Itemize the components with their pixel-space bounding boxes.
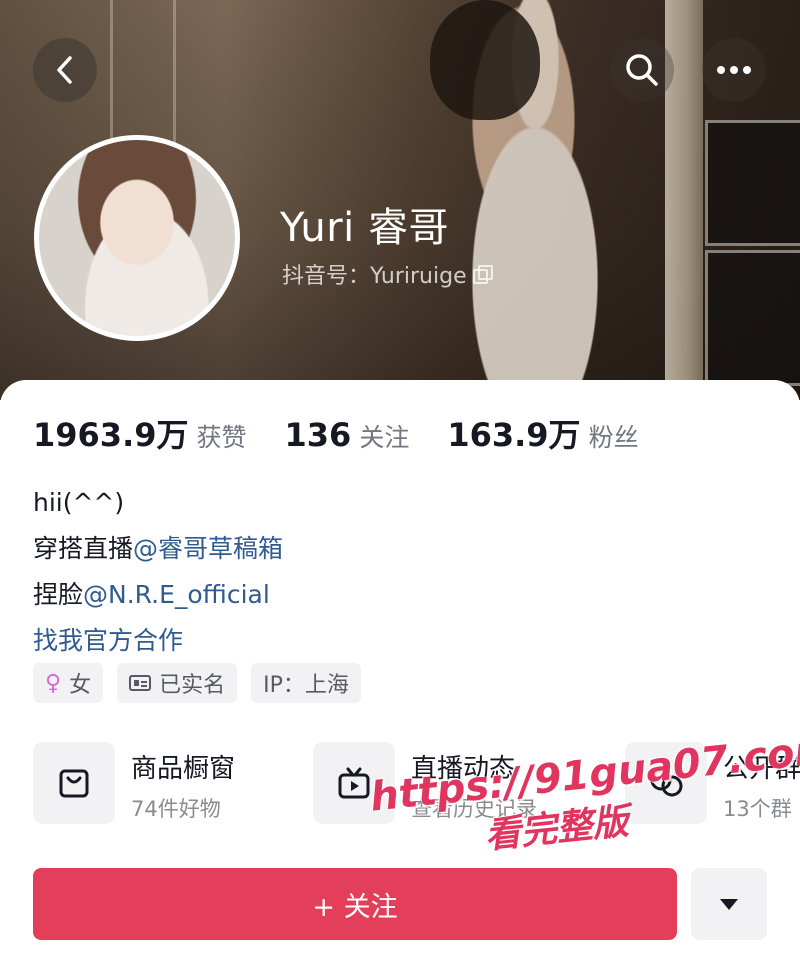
feature-live-title: 直播动态 — [411, 754, 516, 784]
bio-mention-link[interactable]: @N.R.E_official — [83, 580, 270, 609]
douyin-id-text: 抖音号：Yuriruige — [282, 264, 467, 289]
avatar[interactable] — [34, 135, 240, 341]
stat-followers[interactable]: 163.9万 粉丝 — [447, 410, 638, 456]
profile-tags: ♀ 女 已实名 IP：上海 — [33, 663, 361, 703]
bio-mention-link[interactable]: @睿哥草稿箱 — [133, 534, 283, 563]
search-button[interactable] — [610, 38, 674, 102]
tag-verified-label: 已实名 — [159, 673, 226, 698]
back-button[interactable] — [33, 38, 97, 102]
group-chat-icon — [650, 769, 683, 797]
feature-group-icon-box — [625, 742, 707, 824]
stat-likes: 1963.9万 获赞 — [33, 410, 247, 456]
feature-group-subtitle: 13个群 — [723, 797, 792, 821]
more-options-button[interactable] — [702, 38, 766, 102]
bio-text: 捏脸 — [33, 580, 84, 609]
copy-icon[interactable] — [472, 265, 493, 284]
more-actions-dropdown[interactable] — [691, 868, 767, 940]
feature-group-text: 公开群 13个群 — [723, 742, 800, 823]
tag-ip: IP：上海 — [251, 663, 361, 703]
feature-shop-text: 商品橱窗 74件好物 — [131, 742, 235, 823]
profile-cover: Yuri 睿哥 抖音号：Yuriruige — [0, 0, 800, 400]
cover-window-pane — [705, 120, 800, 246]
profile-nickname: Yuri 睿哥 — [280, 205, 449, 251]
feature-live-subtitle: 查看历史记录 — [411, 797, 537, 821]
caret-down-icon — [720, 898, 738, 910]
feature-shop[interactable]: 商品橱窗 74件好物 — [33, 742, 235, 824]
id-card-icon — [129, 675, 152, 691]
follow-button[interactable]: + 关注 — [33, 868, 677, 940]
tag-verified: 已实名 — [117, 663, 238, 703]
stat-following-label: 关注 — [359, 423, 410, 452]
cover-window — [110, 0, 176, 153]
tag-gender: ♀ 女 — [33, 663, 104, 703]
tag-ip-label: IP：上海 — [263, 673, 349, 698]
tv-live-icon — [338, 767, 370, 799]
bio-line: 找我官方合作 — [33, 618, 283, 664]
feature-group-title: 公开群 — [723, 754, 800, 784]
stat-following[interactable]: 136 关注 — [285, 416, 410, 454]
feature-group[interactable]: 公开群 13个群 — [625, 742, 800, 824]
profile-bio: hii(^^) 穿搭直播@睿哥草稿箱 捏脸@N.R.E_official 找我官… — [33, 480, 283, 664]
feature-entries: 商品橱窗 74件好物 直播动态 查看历史记录 公开群 13个群 — [33, 742, 800, 832]
feature-shop-subtitle: 74件好物 — [131, 797, 221, 821]
profile-card: 1963.9万 获赞 136 关注 163.9万 粉丝 hii(^^) 穿搭直播… — [0, 380, 800, 961]
tag-gender-label: 女 — [69, 673, 92, 698]
feature-shop-icon-box — [33, 742, 115, 824]
stat-likes-value: 1963.9万 — [33, 416, 189, 454]
stat-followers-label: 粉丝 — [588, 423, 639, 452]
chevron-left-icon — [57, 56, 72, 84]
profile-stats: 1963.9万 获赞 136 关注 163.9万 粉丝 — [33, 410, 677, 456]
feature-live-text: 直播动态 查看历史记录 — [411, 742, 537, 823]
bio-line: hii(^^) — [33, 488, 125, 517]
more-dots-icon — [717, 66, 751, 74]
bio-text: 穿搭直播 — [33, 534, 134, 563]
feature-live[interactable]: 直播动态 查看历史记录 — [313, 742, 537, 824]
douyin-id[interactable]: 抖音号：Yuriruige — [282, 258, 493, 290]
stat-likes-label: 获赞 — [196, 423, 247, 452]
bio-collab-link[interactable]: 找我官方合作 — [33, 626, 183, 655]
shop-bag-icon — [59, 769, 89, 798]
cover-window-pane — [705, 250, 800, 386]
cover-photo-hair — [430, 0, 540, 120]
search-icon — [626, 54, 658, 86]
bio-line: 捏脸@N.R.E_official — [33, 572, 283, 618]
bio-line: 穿搭直播@睿哥草稿箱 — [33, 526, 283, 572]
stat-following-value: 136 — [284, 416, 352, 454]
female-icon: ♀ — [45, 670, 62, 696]
feature-shop-title: 商品橱窗 — [131, 754, 236, 784]
feature-live-icon-box — [313, 742, 395, 824]
stat-followers-value: 163.9万 — [447, 416, 581, 454]
